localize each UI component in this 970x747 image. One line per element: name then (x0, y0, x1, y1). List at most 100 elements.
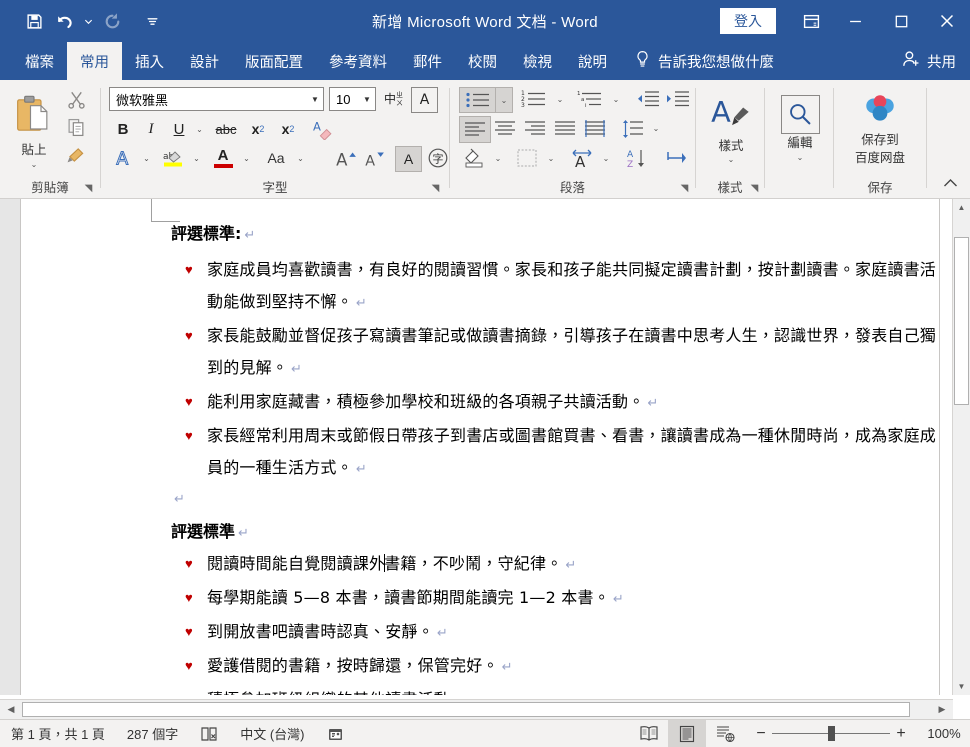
ribbon-display-options-icon[interactable] (790, 0, 832, 42)
scroll-up-icon[interactable]: ▲ (953, 199, 970, 216)
zoom-slider-track[interactable] (772, 726, 890, 741)
asian-layout-button[interactable]: A (567, 145, 597, 171)
proofing-status-icon[interactable] (189, 720, 229, 747)
save-icon[interactable] (20, 7, 48, 35)
font-dialog-launcher[interactable]: ◥ (429, 182, 442, 195)
list-item[interactable]: ♥ 家長經常利用周末或節假日帶孩子到書店或圖書館買書、看書，讓讀書成為一種休閒時… (171, 420, 939, 486)
enclose-characters-button[interactable]: 字 (425, 145, 451, 171)
tab-mailings[interactable]: 郵件 (400, 42, 455, 80)
clear-formatting-button[interactable]: A (309, 117, 337, 141)
tab-file[interactable]: 檔案 (12, 42, 67, 80)
document-page[interactable]: 評選標準: ↵ ♥ 家庭成員均喜歡讀書，有良好的閱讀習慣。家長和孩子能共同擬定讀書… (20, 199, 940, 695)
zoom-slider[interactable]: − + (750, 725, 912, 743)
sort-button[interactable]: AZ (622, 145, 652, 171)
font-name-combo[interactable]: 微软雅黑 ▼ (109, 87, 324, 111)
show-formatting-marks-button[interactable] (661, 145, 691, 171)
tab-references[interactable]: 參考資料 (316, 42, 400, 80)
language-indicator[interactable]: 中文 (台灣) (229, 720, 315, 747)
highlight-color-button[interactable]: ab (159, 145, 187, 171)
italic-button[interactable]: I (139, 117, 163, 141)
paste-button[interactable]: 貼上 ⌄ (8, 86, 60, 176)
strikethrough-button[interactable]: abc (211, 117, 241, 141)
align-center-button[interactable] (490, 116, 520, 141)
collapse-ribbon-button[interactable] (938, 172, 962, 194)
zoom-slider-thumb[interactable] (828, 726, 835, 741)
multilevel-chevron-down-icon[interactable]: ⌄ (608, 87, 624, 111)
copy-button[interactable] (62, 114, 90, 140)
list-item[interactable]: ♥ 閱讀時間能自覺閱讀課外書籍，不吵鬧，守紀律。 ↵ (171, 548, 939, 582)
word-count[interactable]: 287 個字 (116, 720, 189, 747)
horizontal-scrollbar-thumb[interactable] (22, 702, 910, 717)
tab-home[interactable]: 常用 (67, 42, 122, 80)
character-border-button[interactable]: A (411, 87, 438, 113)
text-effects-button[interactable]: A (111, 145, 137, 171)
maximize-button[interactable] (878, 0, 924, 42)
scroll-left-icon[interactable]: ◀ (2, 702, 20, 717)
font-color-button[interactable]: A (209, 145, 237, 171)
list-item[interactable]: ♥ 家庭成員均喜歡讀書，有良好的閱讀習慣。家長和孩子能共同擬定讀書計劃，按計劃讀… (171, 254, 939, 320)
shading-chevron-down-icon[interactable]: ⌄ (490, 145, 506, 171)
view-print-layout-button[interactable] (668, 720, 706, 747)
underline-chevron-down-icon[interactable]: ⌄ (192, 117, 207, 141)
font-size-chevron-down-icon[interactable]: ▼ (359, 95, 375, 104)
list-item[interactable]: ♥ 積極參加班級組織的其他讀書活動。↵ (171, 684, 939, 695)
shrink-font-button[interactable]: A (361, 145, 387, 171)
decrease-indent-button[interactable] (633, 87, 663, 111)
view-web-layout-button[interactable] (706, 720, 744, 747)
document-area[interactable]: 評選標準: ↵ ♥ 家庭成員均喜歡讀書，有良好的閱讀習慣。家長和孩子能共同擬定讀書… (0, 199, 970, 695)
redo-icon[interactable] (98, 7, 126, 35)
superscript-button[interactable]: x2 (275, 117, 301, 141)
bullets-chevron-down-icon[interactable]: ⌄ (495, 87, 513, 113)
clipboard-dialog-launcher[interactable]: ◥ (82, 182, 95, 195)
numbering-button[interactable]: 123 (516, 87, 552, 111)
multilevel-list-button[interactable]: 1ai (572, 87, 608, 111)
zoom-in-button[interactable]: + (890, 725, 912, 743)
tab-review[interactable]: 校閱 (455, 42, 510, 80)
align-left-button[interactable] (459, 116, 491, 143)
grow-font-button[interactable]: A (333, 145, 359, 171)
character-shading-button[interactable]: A (395, 146, 422, 172)
minimize-button[interactable] (832, 0, 878, 42)
subscript-button[interactable]: x2 (245, 117, 271, 141)
tab-insert[interactable]: 插入 (122, 42, 177, 80)
bold-button[interactable]: B (111, 117, 135, 141)
cut-button[interactable] (62, 86, 90, 112)
sign-in-button[interactable]: 登入 (720, 8, 776, 34)
change-case-chevron-down-icon[interactable]: ⌄ (293, 145, 308, 171)
borders-button[interactable] (512, 145, 542, 171)
tab-design[interactable]: 設計 (177, 42, 232, 80)
view-read-mode-button[interactable] (630, 720, 668, 747)
asian-layout-chevron-down-icon[interactable]: ⌄ (598, 145, 614, 171)
undo-dropdown-icon[interactable] (80, 7, 96, 35)
numbering-chevron-down-icon[interactable]: ⌄ (552, 87, 568, 111)
line-spacing-chevron-down-icon[interactable]: ⌄ (648, 116, 664, 141)
borders-chevron-down-icon[interactable]: ⌄ (543, 145, 559, 171)
increase-indent-button[interactable] (663, 87, 693, 111)
highlight-chevron-down-icon[interactable]: ⌄ (189, 145, 204, 171)
text-effects-chevron-down-icon[interactable]: ⌄ (139, 145, 154, 171)
editing-button[interactable]: 編輯 ⌄ (774, 88, 826, 168)
tell-me-box[interactable]: 告訴我您想做什麼 (634, 42, 774, 80)
styles-button[interactable]: A 樣式 ⌄ (705, 88, 757, 168)
tab-layout[interactable]: 版面配置 (232, 42, 316, 80)
align-right-button[interactable] (520, 116, 550, 141)
bullets-button[interactable] (459, 87, 497, 113)
styles-dialog-launcher[interactable]: ◥ (748, 182, 761, 195)
justify-button[interactable] (550, 116, 580, 141)
underline-button[interactable]: U (167, 117, 191, 141)
list-item[interactable]: ♥ 家長能鼓勵並督促孩子寫讀書筆記或做讀書摘錄，引導孩子在讀書中思考人生，認識世… (171, 320, 939, 386)
format-painter-button[interactable] (62, 142, 90, 168)
save-to-baidu-button[interactable]: 保存到 百度网盘 (840, 88, 920, 170)
list-item[interactable]: ♥ 能利用家庭藏書，積極參加學校和班級的各項親子共讀活動。 ↵ (171, 386, 939, 420)
line-spacing-button[interactable] (618, 116, 648, 141)
list-item[interactable]: ♥ 愛護借閱的書籍，按時歸還，保管完好。 ↵ (171, 650, 939, 684)
share-button[interactable]: 共用 (902, 42, 956, 80)
horizontal-scrollbar[interactable]: ◀ ▶ (0, 699, 953, 720)
tab-view[interactable]: 檢視 (510, 42, 565, 80)
customize-qat-icon[interactable] (138, 7, 166, 35)
document-body[interactable]: 評選標準: ↵ ♥ 家庭成員均喜歡讀書，有良好的閱讀習慣。家長和孩子能共同擬定讀書… (21, 199, 939, 695)
shading-button[interactable] (459, 145, 489, 171)
scroll-down-icon[interactable]: ▼ (953, 678, 970, 695)
change-case-button[interactable]: Aa (261, 145, 291, 171)
paste-chevron-down-icon[interactable]: ⌄ (31, 160, 38, 169)
